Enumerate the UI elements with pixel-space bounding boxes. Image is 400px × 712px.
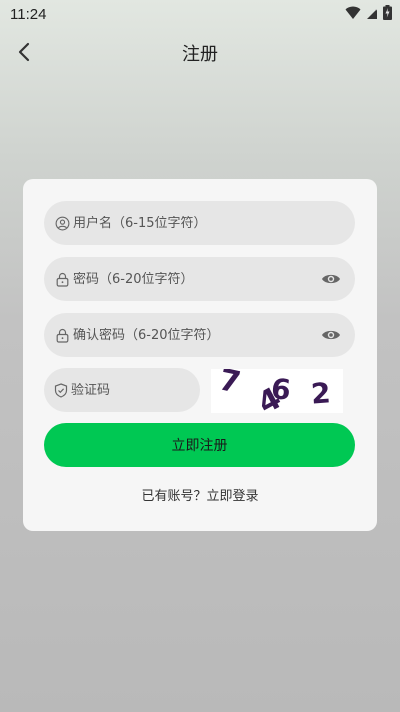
lock-icon (54, 271, 70, 287)
eye-icon (322, 330, 340, 340)
username-input[interactable] (73, 215, 355, 231)
lock-icon (54, 327, 70, 343)
captcha-image[interactable]: 7 4 6 2 (211, 362, 343, 422)
page-title: 注册 (182, 44, 218, 65)
battery-charging-icon (383, 4, 392, 24)
signal-icon (366, 5, 378, 24)
status-time: 11:24 (10, 5, 47, 23)
shield-check-icon (54, 382, 68, 398)
status-bar: 11:24 (0, 0, 400, 28)
password-field (44, 257, 355, 301)
password-input[interactable] (73, 271, 319, 287)
user-icon (54, 215, 70, 231)
login-link[interactable]: 已有账号？立即登录 (23, 485, 377, 504)
captcha-char-1: 7 (216, 369, 244, 401)
captcha-char-3: 6 (269, 372, 292, 407)
confirm-password-field (44, 313, 355, 357)
eye-icon (322, 274, 340, 284)
show-confirm-password-button[interactable] (319, 323, 343, 347)
register-card: 7 4 6 2 立即注册 已有账号？立即登录 (23, 179, 377, 531)
username-field (44, 201, 355, 245)
confirm-password-input[interactable] (73, 327, 319, 343)
status-icons (345, 4, 392, 24)
app-bar: 注册 (0, 28, 400, 76)
captcha-char-4: 2 (310, 376, 332, 410)
captcha-field (44, 368, 241, 412)
register-button[interactable]: 立即注册 (44, 423, 355, 467)
show-password-button[interactable] (319, 267, 343, 291)
wifi-icon (345, 5, 361, 24)
